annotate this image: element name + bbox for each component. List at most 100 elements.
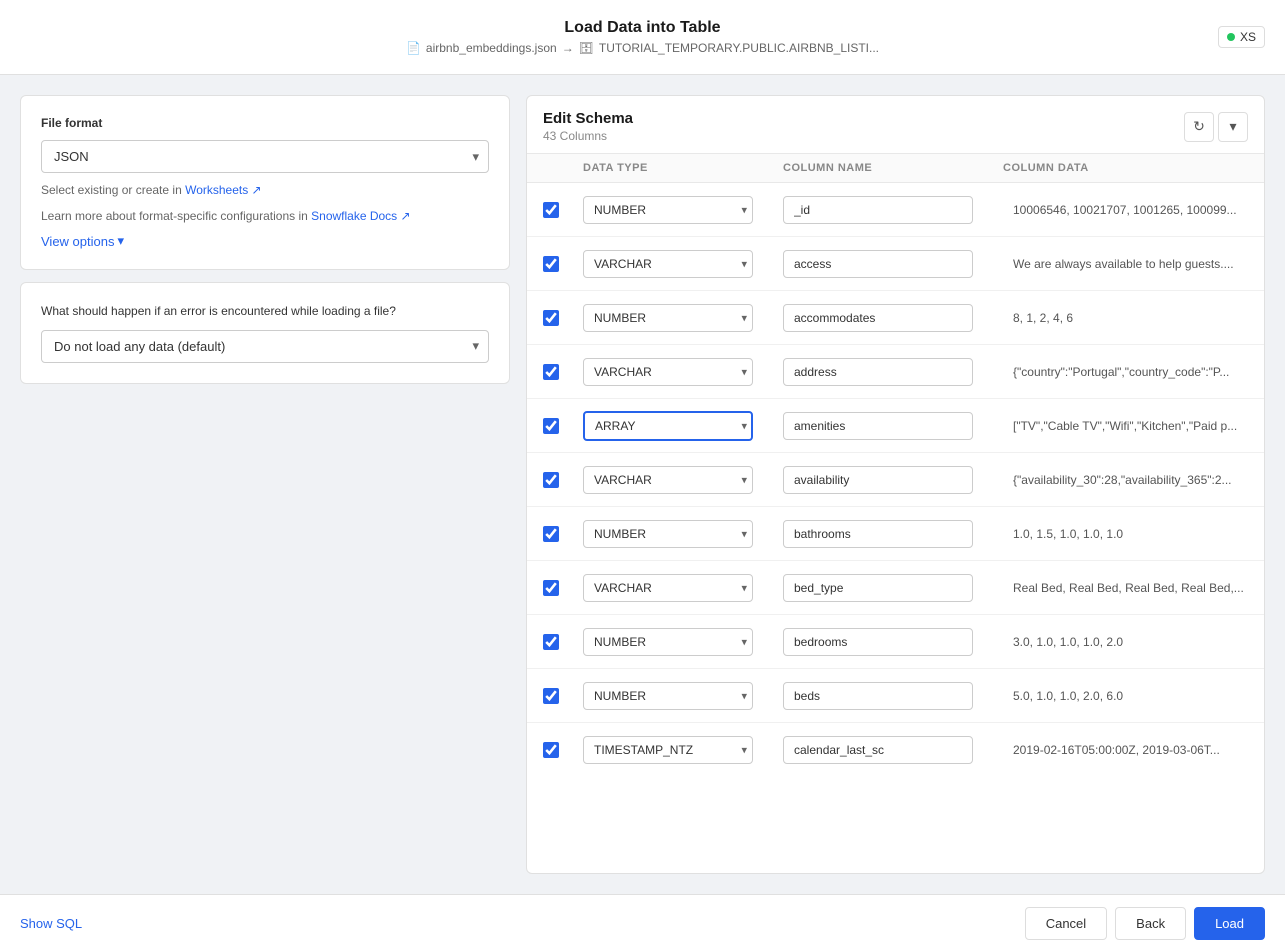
row-6-type-select-wrapper[interactable]: NUMBER VARCHARARRAYBOOLEANDATEFLOATINTEG… [583,520,783,548]
row-10-name-cell[interactable] [783,736,1003,764]
file-format-select-wrapper[interactable]: JSON CSV Parquet Avro ORC XML [41,140,489,173]
row-7-checkbox[interactable] [543,580,559,596]
chevron-down-icon: ▾ [117,233,124,249]
row-1-type-select[interactable]: NUMBER VARCHARARRAYBOOLEANDATEFLOATINTEG… [583,250,753,278]
row-9-checkbox[interactable] [543,688,559,704]
help-text-worksheets: Select existing or create in Worksheets … [41,181,489,199]
row-2-name-input[interactable] [783,304,973,332]
row-2-checkbox[interactable] [543,310,559,326]
table-row: NUMBER VARCHARARRAYBOOLEANDATEFLOATINTEG… [527,615,1264,669]
row-5-type-select[interactable]: NUMBER VARCHARARRAYBOOLEANDATEFLOATINTEG… [583,466,753,494]
row-4-type-select[interactable]: NUMBER VARCHARARRAYBOOLEANDATEFLOATINTEG… [583,411,753,441]
row-3-type-select-wrapper[interactable]: NUMBER VARCHARARRAYBOOLEANDATEFLOATINTEG… [583,358,783,386]
row-8-name-input[interactable] [783,628,973,656]
back-button[interactable]: Back [1115,907,1186,940]
row-4-checkbox-cell[interactable] [543,418,583,434]
refresh-button[interactable]: ↻ [1184,112,1214,142]
row-2-checkbox-cell[interactable] [543,310,583,326]
row-6-checkbox[interactable] [543,526,559,542]
row-6-name-cell[interactable] [783,520,1003,548]
row-3-checkbox[interactable] [543,364,559,380]
row-7-name-cell[interactable] [783,574,1003,602]
row-6-checkbox-cell[interactable] [543,526,583,542]
row-1-checkbox-cell[interactable] [543,256,583,272]
row-9-name-cell[interactable] [783,682,1003,710]
row-0-name-cell[interactable] [783,196,1003,224]
row-7-type-select-wrapper[interactable]: NUMBER VARCHARARRAYBOOLEANDATEFLOATINTEG… [583,574,783,602]
row-9-type-select-wrapper[interactable]: NUMBER VARCHARARRAYBOOLEANDATEFLOATINTEG… [583,682,783,710]
row-10-type-select-wrapper[interactable]: NUMBER VARCHARARRAYBOOLEANDATEFLOATINTEG… [583,736,783,764]
row-1-name-input[interactable] [783,250,973,278]
row-5-checkbox[interactable] [543,472,559,488]
row-4-name-cell[interactable] [783,412,1003,440]
row-4-data: ["TV","Cable TV","Wifi","Kitchen","Paid … [1003,419,1248,433]
row-9-type-select[interactable]: NUMBER VARCHARARRAYBOOLEANDATEFLOATINTEG… [583,682,753,710]
row-8-type-select-wrapper[interactable]: NUMBER VARCHARARRAYBOOLEANDATEFLOATINTEG… [583,628,783,656]
row-8-type-select[interactable]: NUMBER VARCHARARRAYBOOLEANDATEFLOATINTEG… [583,628,753,656]
row-6-type-select[interactable]: NUMBER VARCHARARRAYBOOLEANDATEFLOATINTEG… [583,520,753,548]
row-0-name-input[interactable] [783,196,973,224]
row-9-name-input[interactable] [783,682,973,710]
row-1-name-cell[interactable] [783,250,1003,278]
row-7-type-select[interactable]: NUMBER VARCHARARRAYBOOLEANDATEFLOATINTEG… [583,574,753,602]
row-0-type-select-wrapper[interactable]: NUMBER VARCHARARRAYBOOLEANDATEFLOATINTEG… [583,196,783,224]
footer-right: Cancel Back Load [1025,907,1265,940]
row-5-type-select-wrapper[interactable]: NUMBER VARCHARARRAYBOOLEANDATEFLOATINTEG… [583,466,783,494]
row-5-name-input[interactable] [783,466,973,494]
th-data-type: DATA TYPE [583,162,783,174]
warehouse-badge: XS [1218,26,1265,48]
row-6-data: 1.0, 1.5, 1.0, 1.0, 1.0 [1003,527,1248,541]
row-0-type-select[interactable]: NUMBER VARCHARARRAYBOOLEANDATEFLOATINTEG… [583,196,753,224]
table-row: NUMBER VARCHARARRAYBOOLEANDATEFLOATINTEG… [527,345,1264,399]
row-4-checkbox[interactable] [543,418,559,434]
table-row: NUMBER VARCHARARRAYBOOLEANDATEFLOATINTEG… [527,561,1264,615]
view-options-link[interactable]: View options ▾ [41,233,124,249]
row-0-checkbox-cell[interactable] [543,202,583,218]
row-10-checkbox[interactable] [543,742,559,758]
row-3-data: {"country":"Portugal","country_code":"P.… [1003,365,1248,379]
schema-header: Edit Schema 43 Columns ↻ ▾ [527,96,1264,154]
row-4-name-input[interactable] [783,412,973,440]
file-format-card: File format JSON CSV Parquet Avro ORC XM… [20,95,510,270]
error-handling-select[interactable]: Do not load any data (default) Skip file… [41,330,489,363]
row-3-name-cell[interactable] [783,358,1003,386]
row-10-checkbox-cell[interactable] [543,742,583,758]
row-7-name-input[interactable] [783,574,973,602]
error-select-wrapper[interactable]: Do not load any data (default) Skip file… [41,330,489,363]
left-panel: File format JSON CSV Parquet Avro ORC XM… [20,95,510,874]
table-body: NUMBER VARCHARARRAYBOOLEANDATEFLOATINTEG… [527,183,1264,873]
row-0-data: 10006546, 10021707, 1001265, 100099... [1003,203,1248,217]
file-format-label: File format [41,116,489,130]
row-1-data: We are always available to help guests..… [1003,257,1248,271]
row-2-type-select-wrapper[interactable]: NUMBER VARCHARARRAYBOOLEANDATEFLOATINTEG… [583,304,783,332]
row-10-type-select[interactable]: NUMBER VARCHARARRAYBOOLEANDATEFLOATINTEG… [583,736,753,764]
row-2-name-cell[interactable] [783,304,1003,332]
load-button[interactable]: Load [1194,907,1265,940]
row-8-name-cell[interactable] [783,628,1003,656]
row-7-checkbox-cell[interactable] [543,580,583,596]
schema-header-info: Edit Schema 43 Columns [543,110,633,143]
row-1-checkbox[interactable] [543,256,559,272]
expand-button[interactable]: ▾ [1218,112,1248,142]
row-2-type-select[interactable]: NUMBER VARCHARARRAYBOOLEANDATEFLOATINTEG… [583,304,753,332]
file-format-select[interactable]: JSON CSV Parquet Avro ORC XML [41,140,489,173]
schema-title: Edit Schema [543,110,633,127]
row-0-checkbox[interactable] [543,202,559,218]
row-5-name-cell[interactable] [783,466,1003,494]
snowflake-docs-link[interactable]: Snowflake Docs ↗ [311,209,410,223]
worksheets-link[interactable]: Worksheets ↗ [185,183,262,197]
show-sql-button[interactable]: Show SQL [20,916,82,931]
row-4-type-select-wrapper[interactable]: NUMBER VARCHARARRAYBOOLEANDATEFLOATINTEG… [583,411,783,441]
row-9-checkbox-cell[interactable] [543,688,583,704]
row-1-type-select-wrapper[interactable]: NUMBER VARCHARARRAYBOOLEANDATEFLOATINTEG… [583,250,783,278]
cancel-button[interactable]: Cancel [1025,907,1107,940]
row-5-checkbox-cell[interactable] [543,472,583,488]
row-10-name-input[interactable] [783,736,973,764]
row-6-name-input[interactable] [783,520,973,548]
row-3-name-input[interactable] [783,358,973,386]
row-3-type-select[interactable]: NUMBER VARCHARARRAYBOOLEANDATEFLOATINTEG… [583,358,753,386]
row-3-checkbox-cell[interactable] [543,364,583,380]
table-row: NUMBER VARCHARARRAYBOOLEANDATEFLOATINTEG… [527,507,1264,561]
row-8-checkbox-cell[interactable] [543,634,583,650]
row-8-checkbox[interactable] [543,634,559,650]
